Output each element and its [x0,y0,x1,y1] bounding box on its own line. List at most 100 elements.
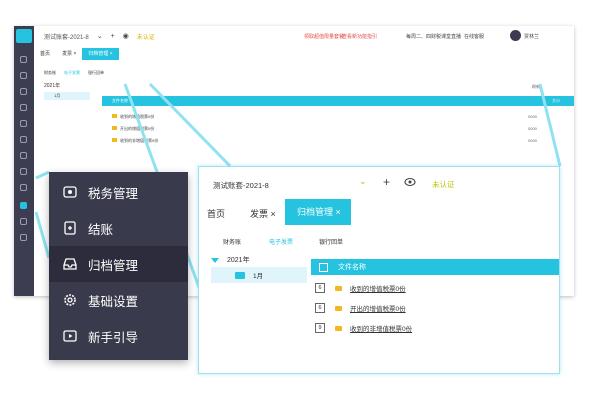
table-row[interactable]: 6 开出的增值税票0份 [315,301,545,315]
list-item[interactable]: 开出的增值税票0份 [112,126,154,132]
list-item[interactable]: 收到的非增值税票0份 [112,138,158,144]
menu-item-label: 归档管理 [88,258,139,273]
menu-item-label: 结账 [88,222,114,237]
menu-item-checkout[interactable]: 结账 [49,210,188,246]
gear-icon [62,292,78,308]
file-list-header-label: 文件名称 [338,264,366,271]
subtab-bank[interactable]: 银行回单 [319,237,343,246]
bg-side-icon[interactable] [20,104,27,111]
row-index: 9 [315,323,325,333]
play-icon [62,328,78,344]
plus-icon[interactable]: + [383,175,390,189]
bg-topbar: 测试账套-2021-8 ⌄ + ◉ 未认证 领取超值限量套餐 查看新功能指引 每… [14,26,574,46]
bg-certification[interactable]: 未认证 [137,32,155,41]
bg-side-icon[interactable] [20,152,27,159]
bg-row-name: 收到的增值税票0份 [120,114,155,119]
bg-account-name[interactable]: 测试账套-2021-8 [44,32,89,41]
bg-subtab-finance[interactable]: 财务账 [44,70,56,76]
zoomed-archive-panel: 测试账套-2021-8 ⌄ + 未认证 首页 发票 × 归档管理 × 财务账 电… [198,166,560,374]
bg-eye-icon[interactable]: ◉ [123,32,129,40]
bg-row-size: 0000 [528,126,537,131]
bg-tab-invoice[interactable]: 发票 × [56,48,82,60]
tab-archive[interactable]: 归档管理 × [285,199,351,225]
bg-promo-left[interactable]: 领取超值限量套餐 [304,33,344,40]
tab-invoice[interactable]: 发票 × [250,207,276,220]
checkout-icon [62,220,78,236]
eye-icon[interactable] [404,177,416,189]
bg-tab-home[interactable]: 首页 [34,48,56,60]
row-index: 6 [315,283,325,293]
bg-side-icon[interactable] [20,136,27,143]
folder-icon [112,138,117,142]
account-name[interactable]: 测试账套-2021-8 [213,180,269,191]
subtab-einvoice[interactable]: 电子发票 [269,237,293,246]
row-index: 6 [315,303,325,313]
detail-header: 测试账套-2021-8 ⌄ + 未认证 [199,167,559,199]
bg-service[interactable]: 在线客服 [464,33,484,40]
menu-item-archive[interactable]: 归档管理 [49,246,188,282]
bg-row-name: 开出的增值税票0份 [120,126,155,131]
row-name[interactable]: 收到的增值税票0份 [350,283,406,293]
bg-tree-month[interactable]: 1月 [44,92,90,100]
table-row[interactable]: 6 收到的增值税票0份 [315,281,545,295]
subtab-finance[interactable]: 财务账 [223,237,241,246]
folder-icon [112,114,117,118]
file-list-header: 文件名称 [311,259,559,275]
select-all-checkbox[interactable] [319,262,328,272]
folder-icon [335,305,342,311]
bg-list-header-label: 文件名称 [112,98,128,103]
bg-tabs: 首页 发票 × 归档管理 × [34,46,574,60]
avatar[interactable] [510,30,521,41]
folder-icon [335,325,342,331]
archive-tray-icon [62,256,78,272]
certification-status[interactable]: 未认证 [432,179,455,190]
list-item[interactable]: 收到的增值税票0份 [112,114,154,120]
bg-side-icon[interactable] [20,120,27,127]
bg-live-text[interactable]: 每周二、四财税课堂直播 [406,33,461,40]
bg-side-icon[interactable] [20,184,27,191]
bg-plus-icon[interactable]: + [111,33,115,40]
bg-list-header-size: 大小 [552,98,560,103]
bg-refresh[interactable]: 刷新 [532,84,540,90]
bg-row-name: 收到的非增值税票0份 [120,138,159,143]
bg-side-icon[interactable] [20,72,27,79]
tree-node-year[interactable]: 2021年 [211,255,250,265]
bg-subtab-einvoice[interactable]: 电子发票 [64,70,80,76]
table-row[interactable]: 9 收到的非增值税票0份 [315,321,545,335]
tab-home[interactable]: 首页 [207,207,225,220]
bg-sidebar [14,26,34,296]
bg-side-icon[interactable] [20,218,27,225]
bg-side-icon-archive[interactable] [20,202,27,209]
chevron-down-icon[interactable]: ⌄ [359,176,367,187]
bg-side-icon[interactable] [20,88,27,95]
tree-year-label: 2021年 [227,257,250,264]
tree-month-label: 1月 [253,273,264,280]
folder-icon [235,271,245,279]
menu-item-tax[interactable]: 税务管理 [49,174,188,210]
detail-tabs: 首页 发票 × 归档管理 × [199,199,559,225]
tax-management-icon [62,184,78,200]
row-name[interactable]: 开出的增值税票0份 [350,303,406,313]
bg-user[interactable]: 贾林兰 [524,33,539,40]
bg-promo-right[interactable]: 查看新功能指引 [342,33,377,40]
bg-subtab-bank[interactable]: 银行回单 [88,70,104,76]
bg-chevron-down-icon[interactable]: ⌄ [97,32,103,40]
bg-row-size: 0000 [528,138,537,143]
bg-subtabs: 财务账 电子发票 银行回单 [44,70,104,76]
row-name[interactable]: 收到的非增值税票0份 [350,323,412,333]
menu-item-label: 税务管理 [88,186,139,201]
bg-side-icon[interactable] [20,168,27,175]
menu-item-guide[interactable]: 新手引导 [49,318,188,354]
zoomed-sidebar-menu: 税务管理 结账 归档管理 基础设置 新手引导 [49,172,188,360]
bg-side-icon[interactable] [20,234,27,241]
bg-tree-year[interactable]: 2021年 [44,82,60,89]
tree-node-month[interactable]: 1月 [211,267,307,283]
folder-icon [335,285,342,291]
menu-item-label: 基础设置 [88,294,139,309]
bg-list-header: 文件名称 大小 [102,96,574,106]
bg-tab-archive[interactable]: 归档管理 × [82,48,119,60]
menu-item-settings[interactable]: 基础设置 [49,282,188,318]
caret-down-icon [211,257,219,263]
folder-icon [112,126,117,130]
bg-side-icon[interactable] [20,56,27,63]
